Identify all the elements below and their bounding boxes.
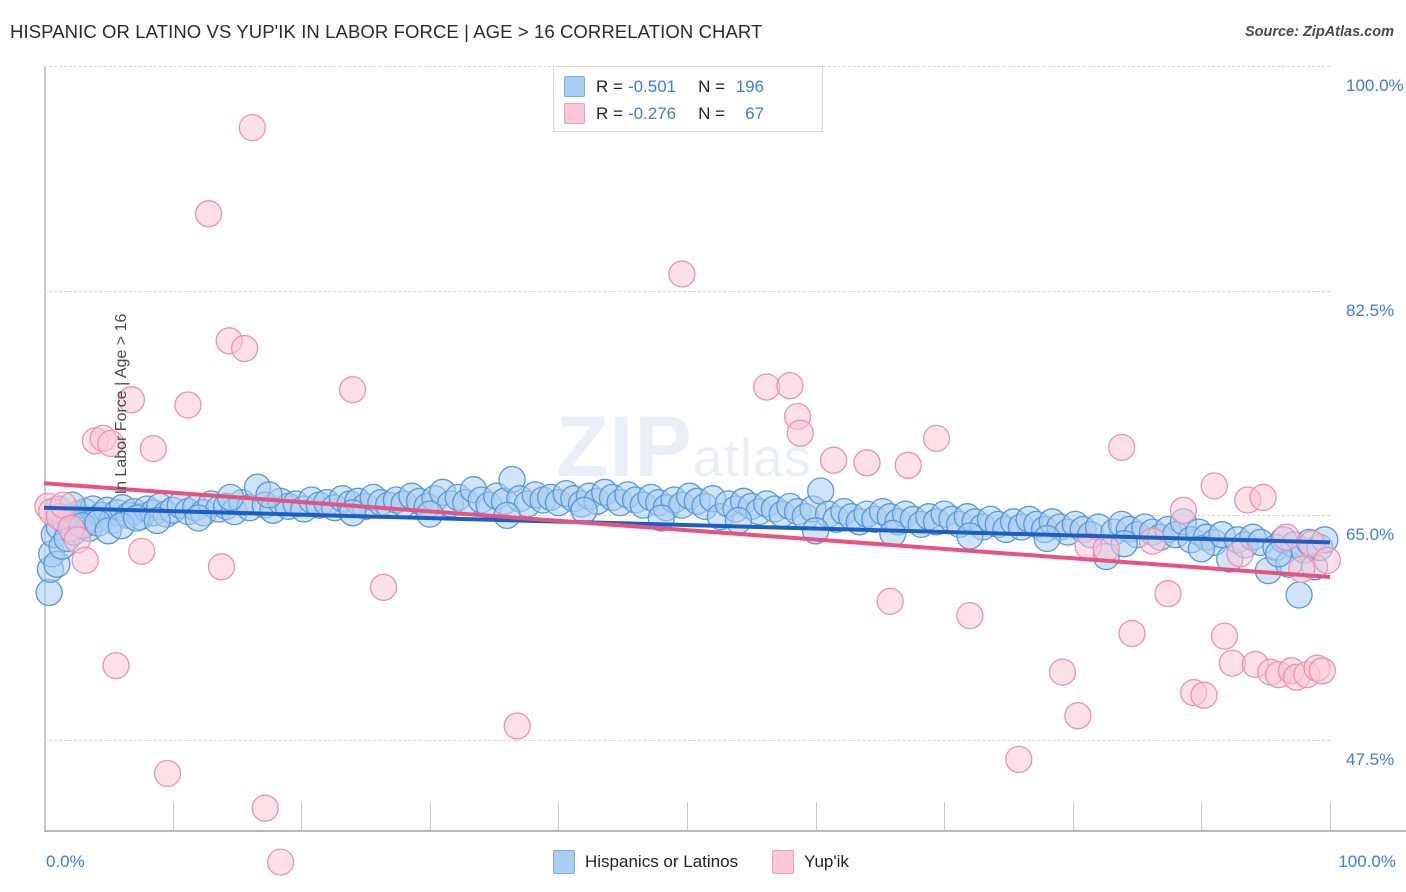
x-axis-tick — [1330, 802, 1331, 830]
y-axis-tick-label: 82.5% — [1346, 300, 1395, 320]
n-value-yupik: 67 — [745, 103, 765, 123]
x-axis-tick — [558, 802, 560, 830]
series-swatch-yupik — [564, 103, 585, 124]
x-axis-tick — [1072, 802, 1074, 830]
y-axis-tick-label: 100.0% — [1346, 76, 1404, 95]
x-axis-tick — [944, 802, 946, 830]
source-attribution: Source: ZipAtlas.com — [1244, 24, 1394, 40]
x-axis-tick — [815, 802, 817, 830]
n-label-yupik: N = — [698, 103, 726, 123]
legend-label-hispanic: Hispanics or Latinos — [585, 852, 739, 871]
y-axis-tick-label: 47.5% — [1346, 750, 1395, 770]
x-axis-tick — [172, 802, 174, 830]
n-value-hispanic: 196 — [735, 76, 765, 96]
y-axis-title: In Labor Force | Age > 16 — [113, 313, 130, 495]
x-axis-tick — [1201, 802, 1203, 830]
trend-line — [43, 481, 1331, 579]
x-axis-max-label: 100.0% — [1338, 852, 1396, 871]
x-axis-tick — [687, 802, 688, 830]
correlation-stats-box: R = -0.501 N = 196 R = -0.276 N = 67 — [553, 66, 823, 132]
r-value-yupik: -0.276 — [627, 103, 677, 123]
trend-line — [43, 505, 1331, 545]
x-axis-tick — [301, 802, 303, 830]
chart-page: HISPANIC OR LATINO VS YUP'IK IN LABOR FO… — [0, 0, 1406, 892]
page-title: HISPANIC OR LATINO VS YUP'IK IN LABOR FO… — [10, 21, 763, 42]
series-legend: Hispanics or Latinos Yup'ik — [553, 850, 883, 874]
legend-item-yupik[interactable]: Yup'ik — [772, 850, 849, 874]
legend-swatch-hispanic — [553, 850, 575, 874]
stats-row-hispanic: R = -0.501 N = 196 — [564, 73, 812, 100]
y-axis-tick-label: 65.0% — [1346, 525, 1395, 545]
x-axis-line — [44, 830, 1406, 832]
legend-label-yupik: Yup'ik — [804, 852, 849, 871]
n-label-hispanic: N = — [698, 76, 726, 96]
x-axis-tick — [429, 802, 431, 830]
r-value-hispanic: -0.501 — [627, 76, 677, 96]
stats-row-yupik: R = -0.276 N = 67 — [564, 100, 812, 127]
legend-item-hispanic[interactable]: Hispanics or Latinos — [553, 850, 738, 874]
plot-area — [34, 66, 1342, 876]
x-axis-tick — [44, 802, 45, 830]
legend-swatch-yupik — [772, 850, 795, 874]
scatter-point — [266, 848, 295, 876]
r-label-yupik: R = — [596, 103, 623, 123]
series-swatch-hispanic — [564, 76, 585, 97]
r-label-hispanic: R = — [596, 76, 623, 96]
x-axis-min-label: 0.0% — [46, 852, 85, 871]
trend-lines — [43, 481, 1331, 579]
